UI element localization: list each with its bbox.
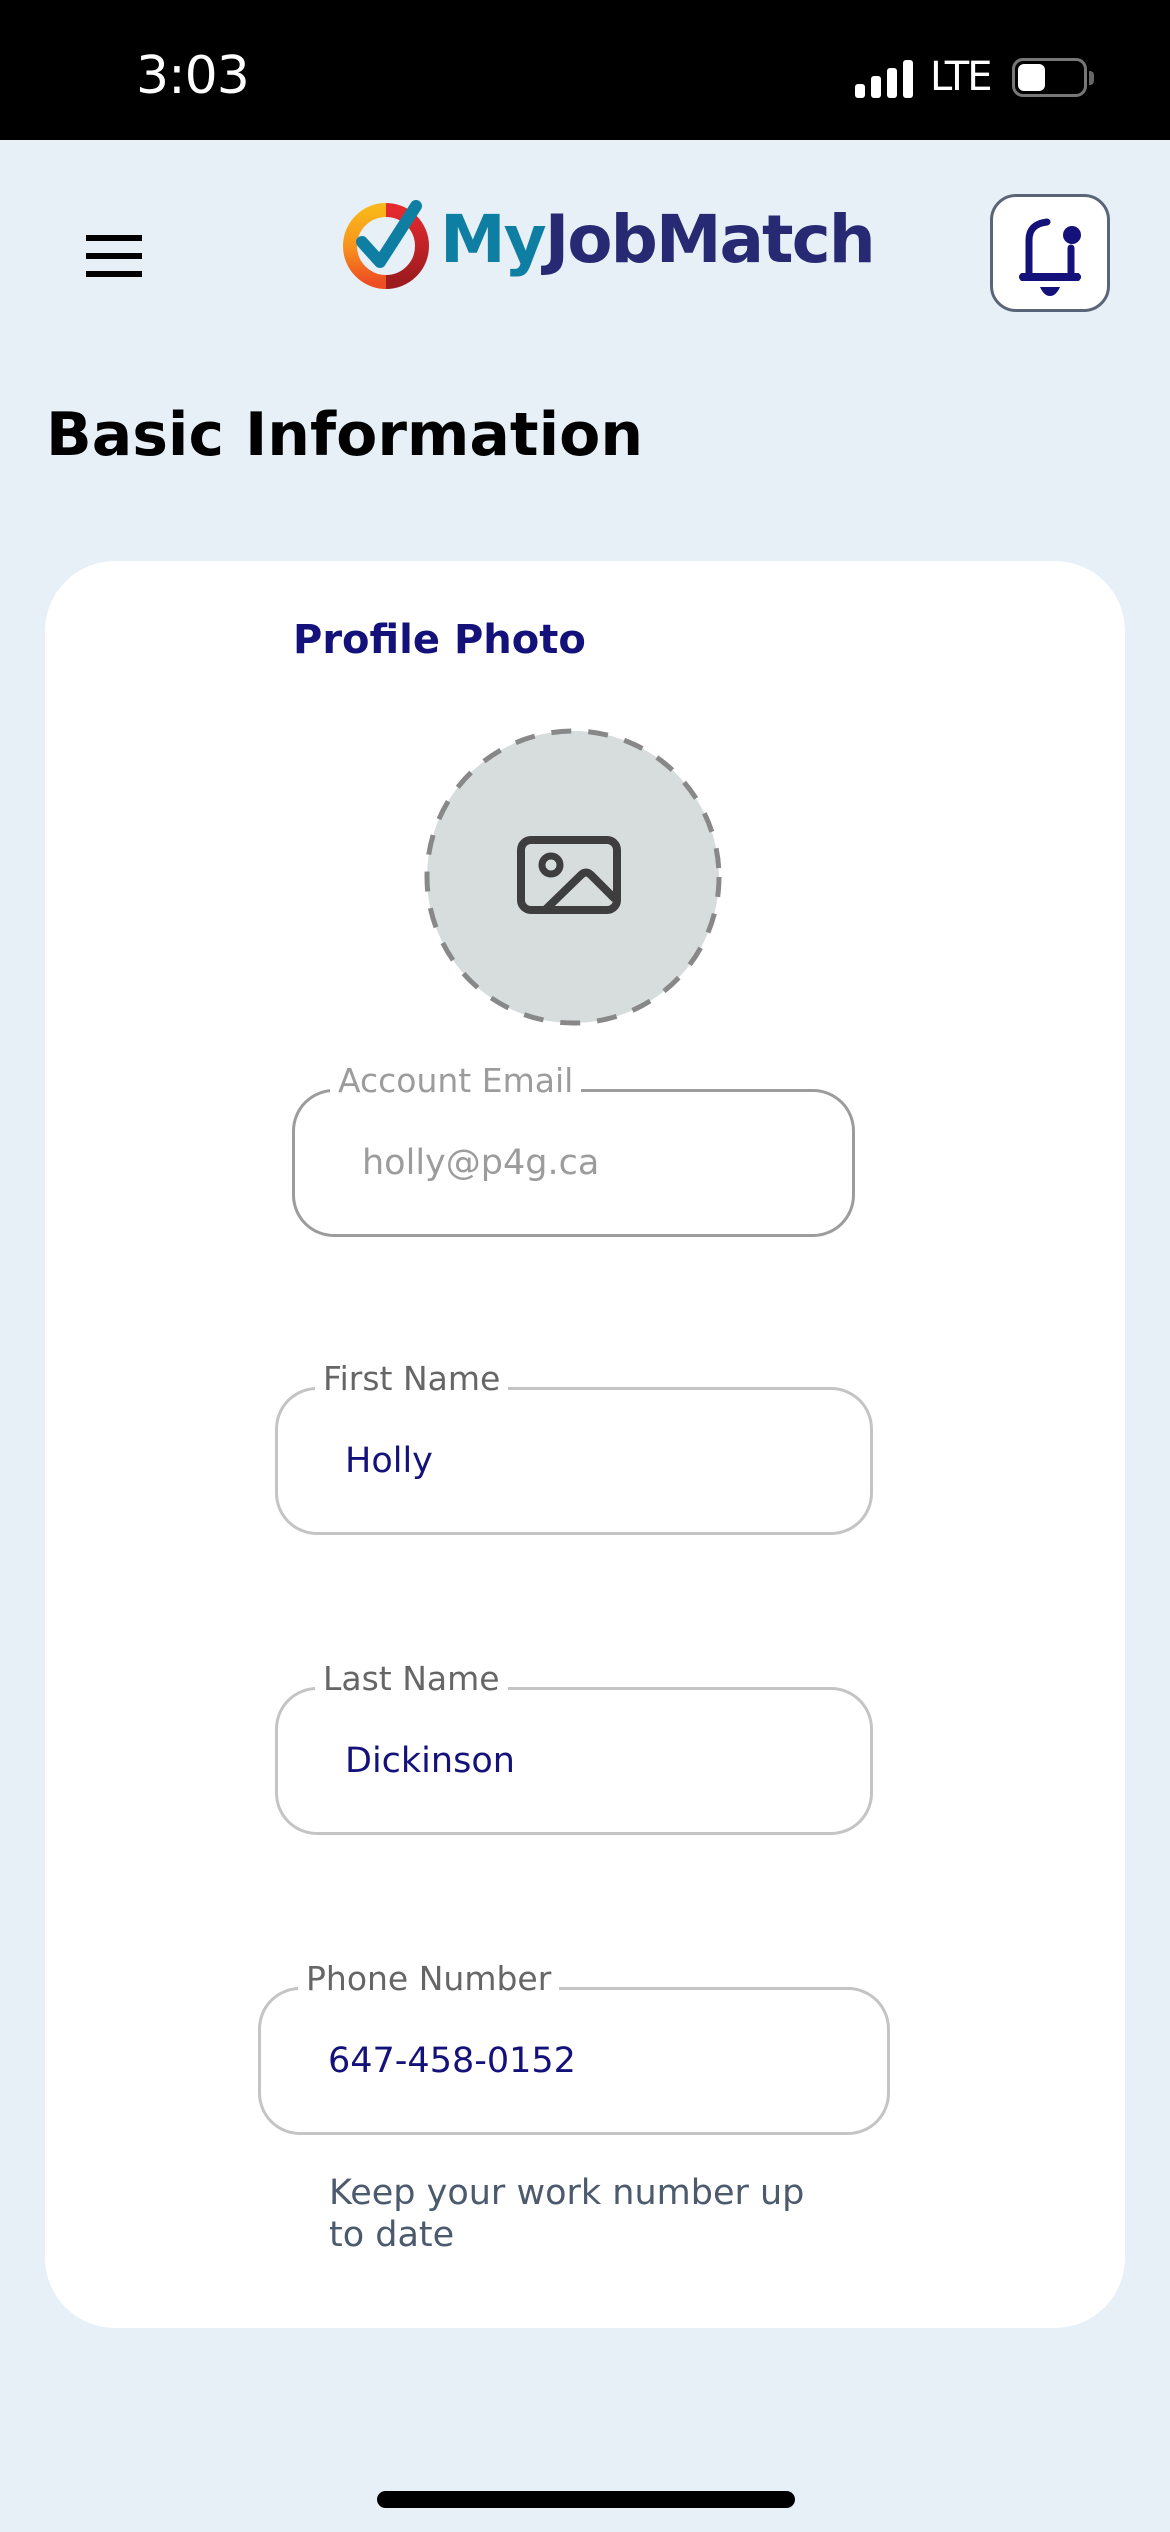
- phone-number-input[interactable]: 647-458-0152: [328, 2041, 834, 2081]
- phone-number-label: Phone Number: [298, 1959, 560, 1999]
- profile-photo-upload[interactable]: [423, 727, 723, 1027]
- notifications-button[interactable]: [990, 194, 1110, 312]
- first-name-field[interactable]: First Name Holly: [275, 1359, 873, 1535]
- hamburger-menu-icon[interactable]: [86, 235, 142, 277]
- account-email-value: holly@p4g.ca: [362, 1143, 600, 1183]
- phone-number-field[interactable]: Phone Number 647-458-0152: [258, 1959, 890, 2135]
- last-name-field[interactable]: Last Name Dickinson: [275, 1659, 873, 1835]
- profile-photo-label: Profile Photo: [293, 617, 586, 663]
- first-name-input[interactable]: Holly: [345, 1441, 823, 1481]
- avatar-placeholder: [424, 728, 722, 1026]
- cellular-signal-icon: [855, 58, 915, 98]
- logo-wordmark: MyJobMatch: [440, 200, 876, 280]
- first-name-label: First Name: [315, 1359, 509, 1399]
- battery-icon: [1012, 58, 1087, 97]
- home-indicator[interactable]: [377, 2491, 795, 2508]
- last-name-input[interactable]: Dickinson: [345, 1741, 823, 1781]
- account-email-field: Account Email holly@p4g.ca: [292, 1061, 855, 1237]
- page-title: Basic Information: [46, 400, 644, 470]
- last-name-label: Last Name: [315, 1659, 508, 1699]
- network-type: LTE: [930, 54, 993, 100]
- status-time: 3:03: [136, 46, 250, 106]
- status-bar: 3:03 LTE: [0, 0, 1170, 140]
- logo-text-my: My: [440, 201, 547, 278]
- account-email-label: Account Email: [330, 1061, 582, 1101]
- battery-tip: [1089, 71, 1094, 85]
- logo-text-jobmatch: JobMatch: [544, 201, 876, 278]
- bell-notification-icon: [1019, 218, 1081, 296]
- app-logo[interactable]: MyJobMatch: [340, 198, 876, 290]
- checkmark-ring-logo-icon: [343, 200, 429, 289]
- phone-helper-text: Keep your work number up to date: [329, 2173, 805, 2255]
